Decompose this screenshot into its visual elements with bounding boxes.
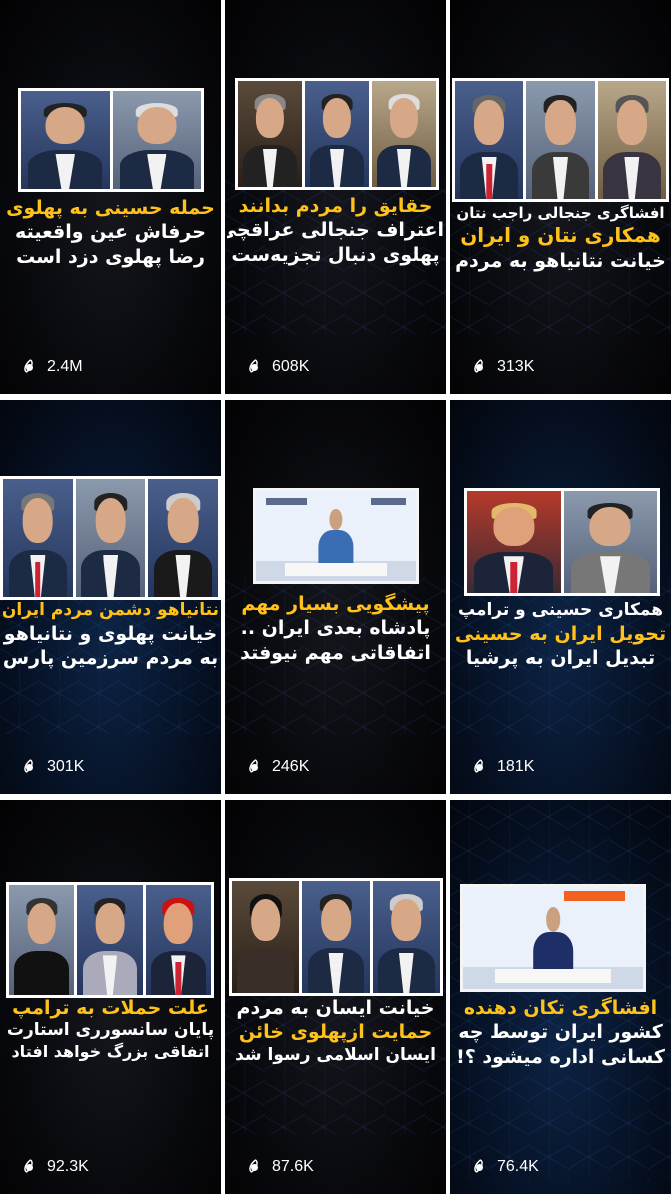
caption-line: حمله حسینی به پهلوی: [6, 197, 215, 219]
video-thumbnail: [229, 878, 443, 996]
view-count-text: 87.6K: [272, 1158, 314, 1175]
caption-line: تبدیل ایران به پرشیا: [465, 647, 656, 670]
video-caption: نتانیاهو دشمن مردم ایران خیانت پهلوی و ن…: [2, 600, 219, 670]
video-caption: حمله حسینی به پهلوی حرفاش عین واقعیته رض…: [2, 196, 219, 269]
video-thumbnail: [6, 882, 214, 998]
video-caption: حقایق را مردم بدانند اعتراف جنجالی عراقچ…: [227, 194, 444, 267]
view-count: 92.3K: [20, 1158, 89, 1176]
video-caption: افشاگری تکان دهنده کشور ایران توسط چه کس…: [452, 996, 669, 1069]
video-tile[interactable]: خیانت ایسان به مردم حمایت ازپهلوی خائن ا…: [225, 800, 446, 1194]
eye-icon: [470, 761, 489, 773]
video-tile[interactable]: همکاری حسینی و ترامپ تحویل ایران به حسین…: [450, 400, 671, 794]
video-caption: پیشگویی بسیار مهم پادشاه بعدی ایران .. ا…: [227, 592, 444, 665]
caption-line: پهلوی دنبال تجزیه‌ست: [231, 243, 440, 266]
video-tile[interactable]: پیشگویی بسیار مهم پادشاه بعدی ایران .. ا…: [225, 400, 446, 794]
view-count-text: 301K: [47, 758, 85, 775]
video-caption: افشاگری جنجالی راجب نتان همکاری نتان و ا…: [452, 204, 669, 273]
view-count-text: 608K: [272, 358, 310, 375]
caption-line: افشاگری جنجالی راجب نتان: [456, 204, 665, 222]
caption-line: تحویل ایران به حسینی: [454, 622, 667, 645]
video-thumbnail: [464, 488, 660, 596]
caption-line: حقایق را مردم بدانند: [238, 195, 433, 217]
caption-line: همکاری نتان و ایران: [460, 223, 661, 248]
view-count: 313K: [470, 358, 534, 376]
eye-icon: [470, 1161, 489, 1173]
view-count: 2.4M: [20, 358, 83, 376]
eye-icon: [470, 361, 489, 373]
view-count-text: 2.4M: [47, 358, 83, 375]
video-caption: همکاری حسینی و ترامپ تحویل ایران به حسین…: [452, 600, 669, 670]
view-count-text: 76.4K: [497, 1158, 539, 1175]
eye-icon: [20, 761, 39, 773]
view-count-text: 181K: [497, 758, 535, 775]
caption-line: حمایت ازپهلوی خائن: [238, 1021, 433, 1044]
caption-line: خیانت ایسان به مردم: [236, 997, 435, 1019]
caption-line: اتفاقاتی مهم نیوفتد: [240, 641, 431, 664]
caption-line: رضا پهلوی دزد است: [16, 245, 205, 268]
caption-line: ایسان اسلامی رسوا شد: [235, 1044, 436, 1065]
caption-line: کشور ایران توسط چه: [458, 1021, 663, 1044]
video-tile[interactable]: افشاگری جنجالی راجب نتان همکاری نتان و ا…: [450, 0, 671, 394]
view-count-text: 313K: [497, 358, 535, 375]
video-tile[interactable]: حمله حسینی به پهلوی حرفاش عین واقعیته رض…: [0, 0, 221, 394]
caption-line: اعتراف جنجالی عراقچی: [227, 219, 444, 242]
caption-line: افشاگری تکان دهنده: [463, 997, 658, 1019]
eye-icon: [20, 1161, 39, 1173]
video-tile[interactable]: علت حملات به ترامپ پایان سانسورری استارت…: [0, 800, 221, 1194]
view-count: 608K: [245, 358, 309, 376]
video-tile[interactable]: حقایق را مردم بدانند اعتراف جنجالی عراقچ…: [225, 0, 446, 394]
view-count: 246K: [245, 758, 309, 776]
video-caption: خیانت ایسان به مردم حمایت ازپهلوی خائن ا…: [227, 996, 444, 1066]
view-count-text: 92.3K: [47, 1158, 89, 1175]
view-count: 301K: [20, 758, 84, 776]
view-count: 87.6K: [245, 1158, 314, 1176]
video-thumbnail: [253, 488, 419, 584]
video-thumbnail: [0, 476, 221, 600]
video-tile[interactable]: نتانیاهو دشمن مردم ایران خیانت پهلوی و ن…: [0, 400, 221, 794]
caption-line: همکاری حسینی و ترامپ: [457, 600, 664, 620]
caption-line: علت حملات به ترامپ: [12, 997, 209, 1019]
eye-icon: [20, 361, 39, 373]
video-thumbnail: [460, 884, 646, 992]
video-caption: علت حملات به ترامپ پایان سانسورری استارت…: [2, 996, 219, 1063]
caption-line: خیانت نتانیاهو به مردم: [455, 249, 666, 272]
video-thumbnail: [18, 88, 204, 192]
caption-line: به مردم سرزمین پارس: [2, 647, 219, 670]
video-tile[interactable]: افشاگری تکان دهنده کشور ایران توسط چه کس…: [450, 800, 671, 1194]
video-thumbnail: [452, 78, 669, 202]
eye-icon: [245, 361, 264, 373]
view-count: 181K: [470, 758, 534, 776]
video-thumbnail: [235, 78, 439, 190]
caption-line: پایان سانسورری استارت: [6, 1020, 215, 1041]
eye-icon: [245, 761, 264, 773]
caption-line: پیشگویی بسیار مهم: [241, 593, 430, 615]
view-count-text: 246K: [272, 758, 310, 775]
caption-line: نتانیاهو دشمن مردم ایران: [2, 600, 219, 620]
caption-line: اتفاقی بزرگ خواهد افتاد: [11, 1042, 210, 1062]
caption-line: حرفاش عین واقعیته: [15, 221, 206, 244]
caption-line: پادشاه بعدی ایران ..: [240, 617, 431, 640]
video-grid: حمله حسینی به پهلوی حرفاش عین واقعیته رض…: [0, 0, 671, 1200]
view-count: 76.4K: [470, 1158, 539, 1176]
eye-icon: [245, 1161, 264, 1173]
caption-line: خیانت پهلوی و نتانیاهو: [3, 622, 218, 645]
caption-line: کسانی اداره میشود ؟!: [456, 1045, 665, 1068]
